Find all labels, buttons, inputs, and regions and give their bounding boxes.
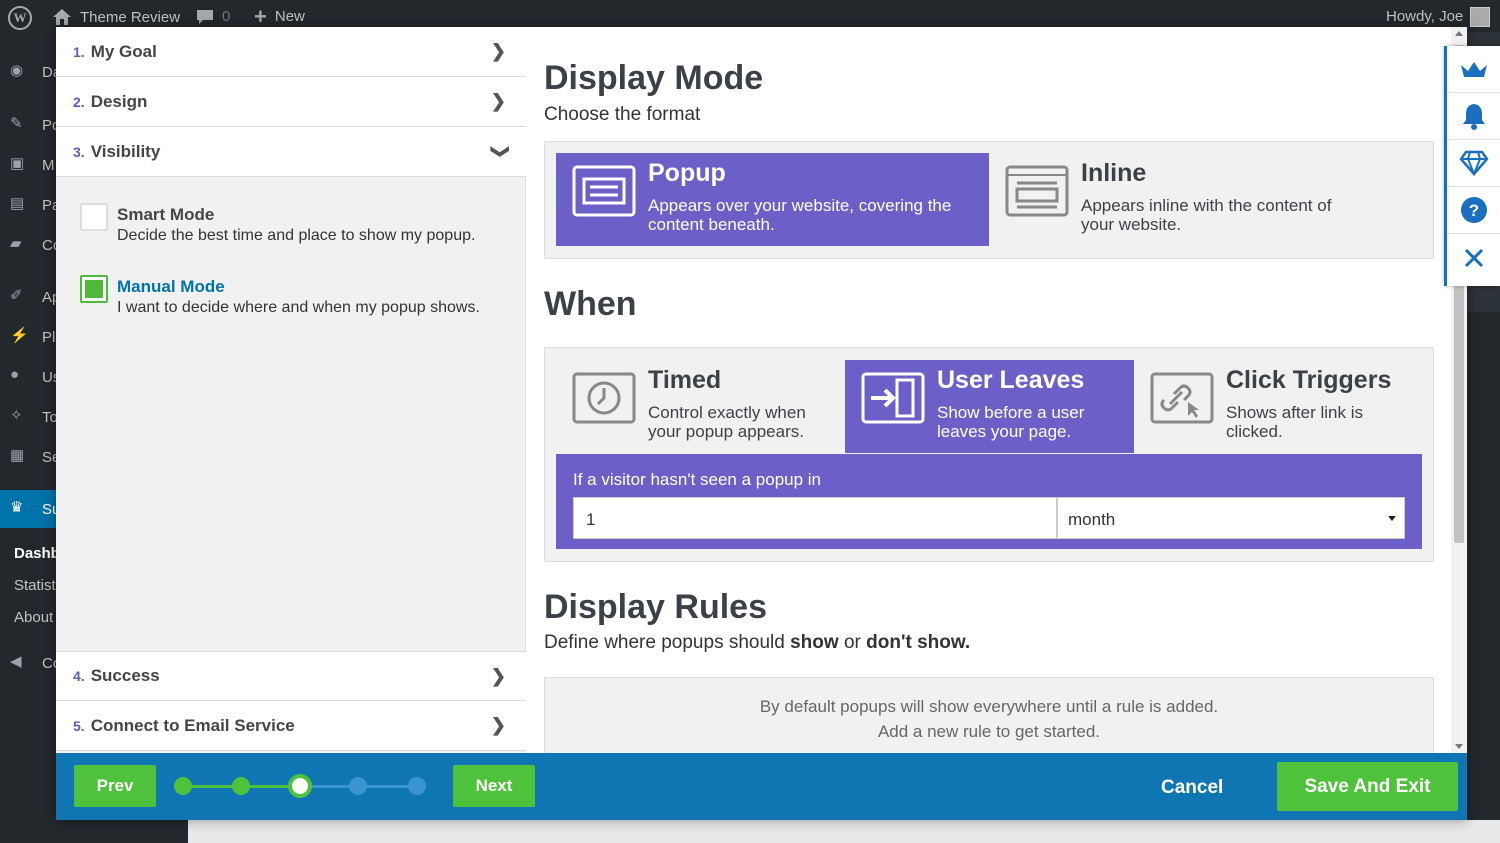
submenu-statistics[interactable]: Statist (14, 577, 56, 594)
click-triggers-option[interactable]: Click Triggers Shows after link is click… (1134, 360, 1423, 453)
when-options: Timed Control exactly when your popup ap… (544, 347, 1434, 562)
svg-text:?: ? (1468, 201, 1478, 220)
modal-footer: Prev Next Cancel Save And Exit (56, 753, 1467, 820)
help-button[interactable]: ? (1447, 187, 1500, 234)
rules-empty-state: By default popups will show everywhere u… (544, 677, 1434, 753)
progress-step-1[interactable] (174, 777, 192, 795)
crown-button[interactable] (1447, 46, 1500, 93)
step-my-goal[interactable]: 1. My Goal ❯ (56, 27, 526, 77)
step-visibility[interactable]: 3. Visibility ❯ (56, 127, 526, 177)
popup-window-icon (572, 165, 636, 217)
collapse-icon: ◀ (10, 653, 22, 670)
diamond-icon (1458, 150, 1489, 176)
floating-toolbar: ? (1444, 46, 1500, 286)
close-icon (1464, 248, 1483, 267)
exit-door-icon (861, 372, 925, 424)
avatar[interactable] (1470, 7, 1490, 27)
clock-icon (572, 372, 636, 424)
manual-mode-checkbox[interactable] (80, 275, 108, 303)
display-mode-heading: Display Mode (544, 59, 764, 97)
display-mode-subheading: Choose the format (544, 104, 701, 125)
timed-option[interactable]: Timed Control exactly when your popup ap… (556, 360, 845, 453)
step-success[interactable]: 4. Success ❯ (56, 651, 526, 701)
step-connect-email[interactable]: 5. Connect to Email Service ❯ (56, 701, 526, 751)
howdy-text: Howdy, Joe (1386, 8, 1464, 25)
site-name-link[interactable]: Theme Review (52, 8, 180, 26)
new-content-link[interactable]: + New (254, 3, 305, 29)
display-rules-heading: Display Rules (544, 588, 767, 626)
link-cursor-icon (1150, 372, 1214, 424)
comments-link[interactable]: 0 (196, 8, 230, 25)
premium-button[interactable] (1447, 140, 1500, 187)
settings-content: Display Mode Choose the format Popup App… (526, 27, 1451, 753)
chevron-right-icon: ❯ (490, 666, 506, 686)
popup-editor-modal: 1. My Goal ❯ 2. Design ❯ 3. Visibility ❯… (56, 27, 1467, 820)
wrench-icon: ✧ (10, 407, 23, 424)
scroll-up-icon[interactable] (1455, 31, 1463, 36)
progress-step-2[interactable] (232, 777, 250, 795)
popup-option[interactable]: Popup Appears over your website, coverin… (556, 153, 989, 246)
smart-mode-checkbox[interactable] (80, 203, 108, 231)
user-icon: ● (10, 366, 20, 383)
scroll-down-icon[interactable] (1455, 744, 1463, 749)
submenu-about[interactable]: About (14, 609, 53, 626)
media-icon: ▣ (10, 155, 25, 172)
dashboard-icon: ◉ (10, 62, 24, 79)
frequency-unit-select[interactable]: month (1057, 497, 1405, 539)
page-background (188, 820, 1500, 843)
frequency-label: If a visitor hasn't seen a popup in (573, 470, 822, 489)
notifications-button[interactable] (1447, 93, 1500, 140)
display-mode-options: Popup Appears over your website, coverin… (544, 141, 1434, 259)
comment-icon: ▰ (10, 235, 22, 252)
plus-icon: + (254, 3, 267, 29)
user-leaves-option[interactable]: User Leaves Show before a user leaves yo… (845, 360, 1134, 453)
bell-icon (1462, 104, 1485, 130)
inline-option[interactable]: Inline Appears inline with the content o… (989, 153, 1422, 246)
next-button[interactable]: Next (453, 765, 535, 807)
progress-step-3-current[interactable] (288, 774, 312, 798)
chevron-down-icon: ❯ (490, 143, 511, 160)
new-label: New (274, 8, 305, 25)
frequency-panel: If a visitor hasn't seen a popup in 1 mo… (556, 454, 1422, 549)
chevron-right-icon: ❯ (490, 715, 506, 735)
progress-step-5[interactable] (408, 777, 426, 795)
account-menu[interactable]: Howdy, Joe (1386, 8, 1463, 25)
close-button[interactable] (1447, 234, 1500, 281)
caret-down-icon (1388, 516, 1396, 521)
comments-count: 0 (222, 8, 231, 25)
submenu-dashboard[interactable]: Dashb (14, 545, 60, 562)
chevron-right-icon: ❯ (490, 41, 506, 61)
inline-content-icon (1005, 165, 1069, 217)
crown-icon (1460, 62, 1487, 77)
cancel-button[interactable]: Cancel (1161, 777, 1223, 799)
when-heading: When (544, 285, 637, 323)
display-rules-subheading: Define where popups should show or don't… (544, 632, 971, 653)
frequency-number-input[interactable]: 1 (573, 497, 1057, 539)
pin-icon: ✎ (10, 115, 23, 132)
crown-icon: ♛ (10, 499, 24, 516)
step-progress (174, 774, 434, 798)
brush-icon: ✐ (10, 287, 23, 304)
chevron-right-icon: ❯ (490, 91, 506, 111)
help-icon: ? (1460, 197, 1487, 223)
step-design[interactable]: 2. Design ❯ (56, 77, 526, 127)
steps-panel: 1. My Goal ❯ 2. Design ❯ 3. Visibility ❯… (56, 27, 526, 753)
page-icon: ▤ (10, 195, 25, 212)
comment-icon (197, 9, 213, 24)
progress-step-4[interactable] (349, 777, 367, 795)
site-name: Theme Review (80, 8, 181, 26)
home-icon (53, 9, 71, 25)
save-and-exit-button[interactable]: Save And Exit (1277, 762, 1458, 811)
plug-icon: ⚡ (10, 327, 29, 344)
settings-icon: ▦ (10, 447, 25, 464)
prev-button[interactable]: Prev (74, 765, 156, 807)
wordpress-logo-icon[interactable]: W (8, 6, 32, 30)
